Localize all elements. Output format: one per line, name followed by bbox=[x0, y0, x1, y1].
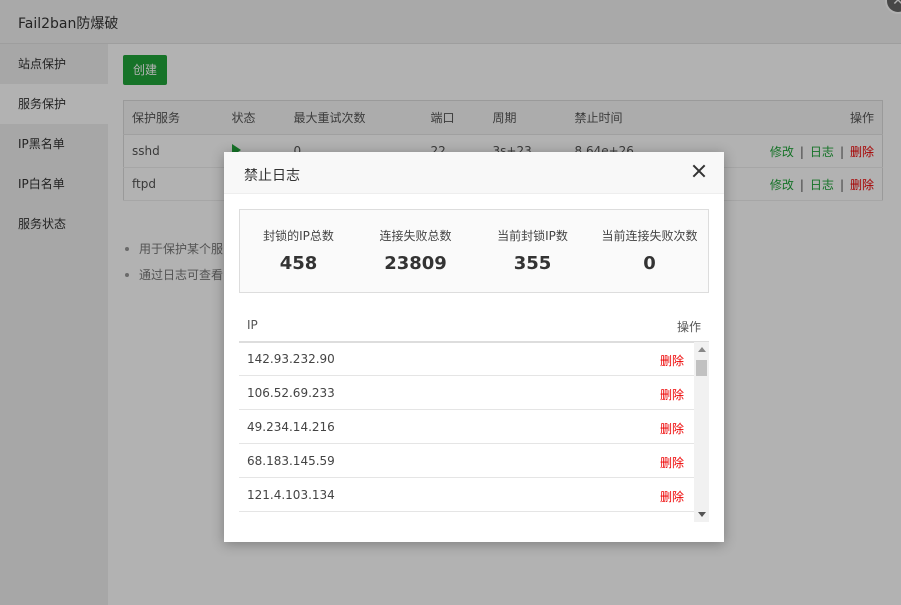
modal-header: 禁止日志 bbox=[224, 152, 724, 194]
delete-link[interactable]: 删除 bbox=[660, 488, 684, 505]
delete-link[interactable]: 删除 bbox=[660, 352, 684, 369]
scroll-up-icon[interactable] bbox=[698, 347, 706, 352]
ip-address: 68.183.145.59 bbox=[247, 454, 335, 468]
ip-list: 142.93.232.90 删除 106.52.69.233 删除 49.234… bbox=[239, 342, 709, 522]
delete-link[interactable]: 删除 bbox=[660, 420, 684, 437]
ip-address: 49.234.14.216 bbox=[247, 420, 335, 434]
stat-value: 23809 bbox=[384, 253, 447, 274]
list-item: 121.4.103.134 删除 bbox=[239, 478, 694, 512]
stat-total-failed: 连接失败总数 23809 bbox=[357, 210, 474, 292]
stat-value: 458 bbox=[279, 253, 318, 274]
modal-title: 禁止日志 bbox=[244, 168, 300, 184]
list-item: 106.52.69.233 删除 bbox=[239, 376, 694, 410]
stat-label: 当前封锁IP数 bbox=[497, 229, 568, 243]
stats-panel: 封锁的IP总数 458 连接失败总数 23809 当前封锁IP数 355 当前连… bbox=[239, 209, 709, 293]
delete-link[interactable]: 删除 bbox=[660, 454, 684, 471]
stat-total-banned: 封锁的IP总数 458 bbox=[240, 210, 357, 292]
delete-link[interactable]: 删除 bbox=[660, 386, 684, 403]
ip-list-header: IP 操作 bbox=[239, 309, 709, 343]
scroll-down-icon[interactable] bbox=[698, 512, 706, 517]
list-item: 68.183.145.59 删除 bbox=[239, 444, 694, 478]
ip-address: 142.93.232.90 bbox=[247, 352, 335, 366]
close-icon[interactable] bbox=[692, 164, 706, 178]
stat-label: 当前连接失败次数 bbox=[601, 229, 698, 243]
ip-address: 106.52.69.233 bbox=[247, 386, 335, 400]
ip-address: 121.4.103.134 bbox=[247, 488, 335, 502]
col-ip: IP bbox=[247, 318, 258, 332]
stat-value: 355 bbox=[513, 253, 552, 274]
scroll-thumb[interactable] bbox=[696, 360, 707, 376]
scrollbar[interactable] bbox=[694, 342, 709, 522]
ban-log-modal: 禁止日志 封锁的IP总数 458 连接失败总数 23809 当前封锁IP数 35… bbox=[224, 152, 724, 542]
list-item: 49.234.14.216 删除 bbox=[239, 410, 694, 444]
stat-value: 0 bbox=[643, 253, 656, 274]
list-item: 142.93.232.90 删除 bbox=[239, 342, 694, 376]
stat-label: 连接失败总数 bbox=[379, 229, 452, 243]
stat-label: 封锁的IP总数 bbox=[263, 229, 334, 243]
stat-current-banned: 当前封锁IP数 355 bbox=[474, 210, 591, 292]
col-ops: 操作 bbox=[676, 320, 701, 334]
stat-current-failed: 当前连接失败次数 0 bbox=[591, 210, 708, 292]
